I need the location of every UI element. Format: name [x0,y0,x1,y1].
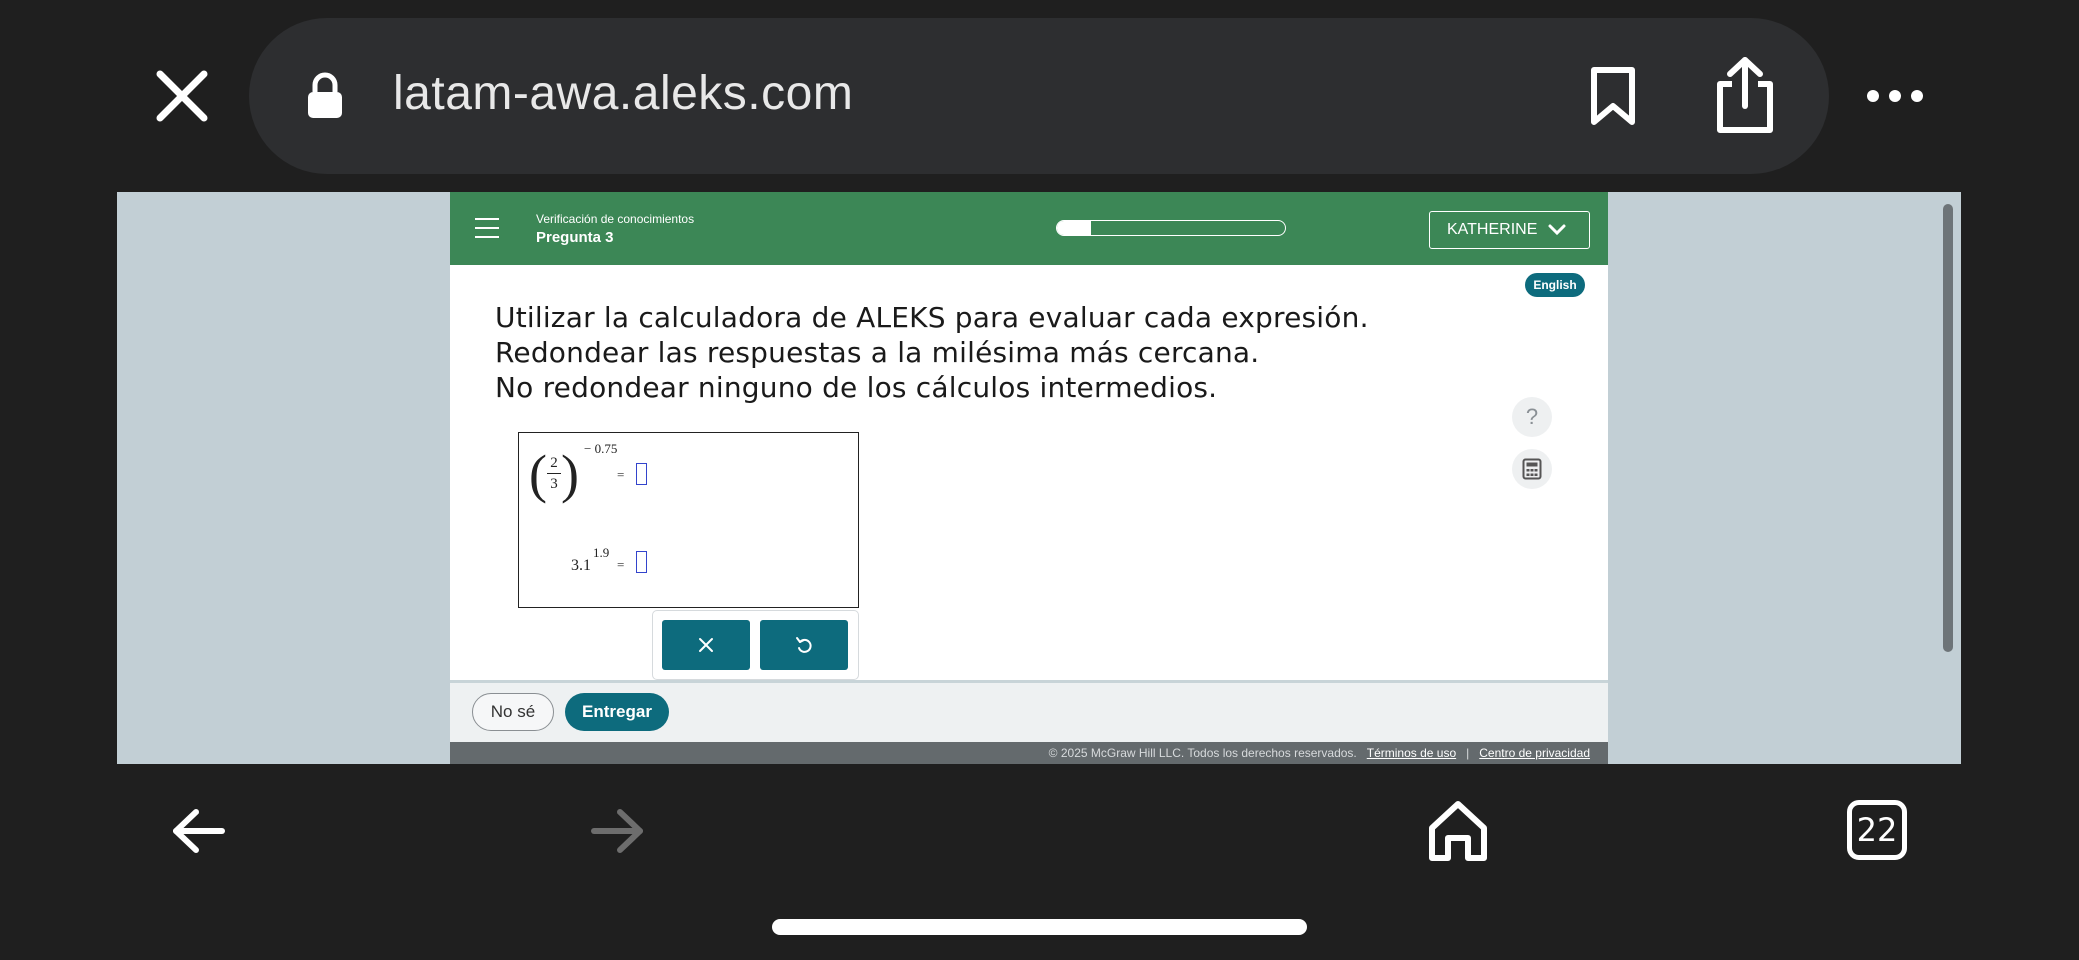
fraction: 2 3 [547,455,561,492]
copyright-bar: © 2025 McGraw Hill LLC. Todos los derech… [450,742,1608,764]
undo-icon [796,637,812,653]
more-options-icon[interactable] [1865,86,1925,106]
question-label: Pregunta 3 [536,229,614,246]
answer-input-1[interactable] [636,463,647,485]
menu-icon[interactable] [475,218,499,238]
privacy-link[interactable]: Centro de privacidad [1479,746,1590,760]
submit-button[interactable]: Entregar [565,693,669,731]
copyright-text: © 2025 McGraw Hill LLC. Todos los derech… [1048,746,1357,760]
exponent-1: − 0.75 [584,441,618,456]
instruction-line: Utilizar la calculadora de ALEKS para ev… [495,301,1369,334]
progress-bar [1056,220,1286,236]
exponent-2: 1.9 [593,545,610,560]
share-icon[interactable] [1712,56,1778,134]
instructions: Utilizar la calculadora de ALEKS para ev… [495,300,1369,405]
clear-button[interactable] [662,620,750,670]
footer-bar: No sé Entregar [450,680,1608,742]
aleks-header: Verificación de conocimientos Pregunta 3… [450,192,1608,265]
instruction-line: Redondear las respuestas a la milésima m… [495,336,1260,369]
denominator: 3 [550,476,558,493]
user-menu-button[interactable]: KATHERINE [1429,211,1590,249]
close-icon [699,638,713,652]
equals-sign: = [617,557,625,572]
answer-box: ( 2 3 ) − 0.75 = 3.1 1.9 = [518,432,859,608]
help-button[interactable]: ? [1512,397,1552,437]
instruction-line: No redondear ninguno de los cálculos int… [495,371,1218,404]
answer-tools [652,610,859,680]
back-arrow-icon[interactable] [170,806,226,856]
forward-arrow-icon[interactable] [590,806,646,856]
calculator-button[interactable] [1512,449,1552,489]
chevron-down-icon [1548,224,1566,236]
answer-input-2[interactable] [636,551,647,573]
link-separator: | [1466,746,1470,760]
lock-icon [308,72,342,118]
base-2: 3.1 [571,557,591,574]
user-name: KATHERINE [1447,221,1538,238]
scrollbar[interactable] [1943,204,1953,652]
home-icon[interactable] [1428,800,1488,862]
numerator: 2 [550,455,558,471]
expression-1: ( 2 3 ) − 0.75 [529,441,618,504]
undo-button[interactable] [760,620,848,670]
close-tab-icon[interactable] [152,66,212,126]
equals-sign: = [617,467,625,482]
web-viewport: Verificación de conocimientos Pregunta 3… [117,192,1961,764]
section-label: Verificación de conocimientos [536,212,695,226]
tab-count-button[interactable]: 22 [1847,800,1907,860]
calculator-icon [1522,458,1542,480]
bookmark-icon[interactable] [1590,66,1636,126]
language-toggle[interactable]: English [1525,273,1585,297]
dont-know-button[interactable]: No sé [472,693,554,731]
home-indicator[interactable] [772,919,1307,935]
terms-link[interactable]: Términos de uso [1367,746,1456,760]
progress-fill [1057,221,1092,235]
url-text[interactable]: latam-awa.aleks.com [393,66,853,121]
aleks-page: Verificación de conocimientos Pregunta 3… [450,192,1608,764]
